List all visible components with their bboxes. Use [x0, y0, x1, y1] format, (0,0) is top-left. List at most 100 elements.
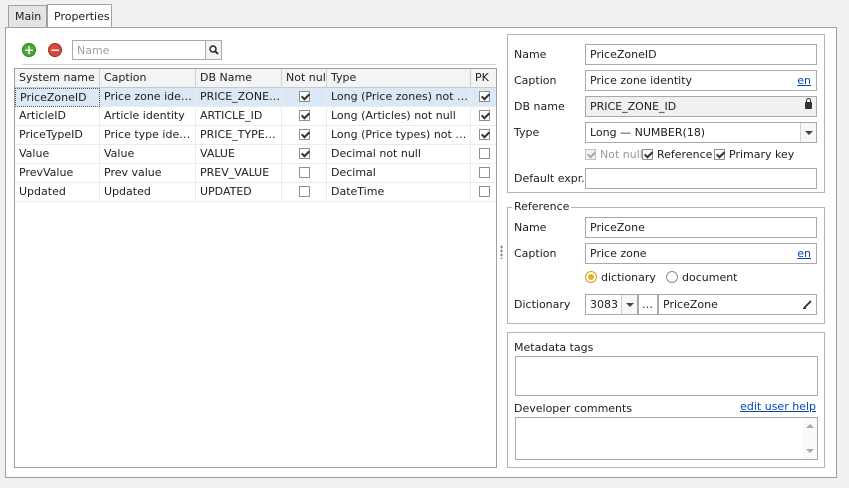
cell-pk[interactable]: [471, 164, 496, 183]
column-header-type[interactable]: Type: [327, 69, 471, 88]
toolbar-divider: [22, 64, 496, 65]
cell-system-name: PrevValue: [15, 164, 100, 183]
cell-caption: Updated: [100, 183, 196, 202]
cell-pk[interactable]: [471, 107, 496, 126]
dictionary-browse-button[interactable]: …: [638, 294, 658, 315]
checkbox-icon[interactable]: [478, 128, 490, 140]
splitter-handle[interactable]: [500, 245, 503, 259]
search-button[interactable]: [205, 41, 221, 59]
cell-not-null[interactable]: [282, 145, 327, 164]
cell-caption: Value: [100, 145, 196, 164]
tab-main[interactable]: Main: [8, 5, 47, 28]
chevron-down-icon[interactable]: [621, 295, 637, 314]
cell-not-null[interactable]: [282, 88, 327, 107]
table-row[interactable]: PriceZoneID Price zone identity PRICE_ZONE…: [15, 88, 496, 107]
reference-label: Reference: [657, 148, 713, 161]
cell-system-name: ArticleID: [15, 107, 100, 126]
checkbox-icon[interactable]: [478, 109, 490, 121]
cell-pk[interactable]: [471, 88, 496, 107]
cell-system-name: Value: [15, 145, 100, 164]
checkbox-icon[interactable]: [298, 128, 310, 140]
table-row[interactable]: ArticleID Article identity ARTICLE_ID Long …: [15, 107, 496, 126]
plus-circle-icon[interactable]: +: [22, 43, 36, 57]
radio-dictionary[interactable]: dictionary: [585, 271, 656, 284]
developer-comments-input[interactable]: [515, 417, 818, 460]
reference-caption-label: Caption: [514, 247, 557, 260]
tab-properties[interactable]: Properties: [47, 4, 112, 28]
comments-scrollbar[interactable]: [803, 418, 817, 459]
table-row[interactable]: PriceTypeID Price type identity PRICE_TYPE…: [15, 126, 496, 145]
cell-type: DateTime: [327, 183, 471, 202]
chevron-down-icon[interactable]: [800, 123, 816, 142]
scroll-down-icon[interactable]: [806, 449, 814, 453]
developer-comments-label: Developer comments: [514, 402, 633, 415]
radio-icon: [585, 271, 597, 283]
minus-circle-icon[interactable]: −: [48, 43, 62, 57]
cell-pk[interactable]: [471, 183, 496, 202]
column-header-db-name[interactable]: DB Name: [196, 69, 282, 88]
pencil-icon[interactable]: [803, 299, 813, 309]
checkbox-icon[interactable]: [478, 147, 490, 159]
metadata-tags-input[interactable]: [515, 356, 818, 396]
checkbox-icon: [642, 148, 653, 160]
checkbox-icon[interactable]: [298, 90, 310, 102]
default-expr-label: Default expr.: [514, 172, 585, 185]
type-select[interactable]: Long — NUMBER(18): [585, 122, 817, 143]
cell-not-null[interactable]: [282, 107, 327, 126]
cell-system-name: PriceTypeID: [15, 126, 100, 145]
cell-caption: Price zone identity: [100, 88, 196, 107]
cell-pk[interactable]: [471, 126, 496, 145]
fields-grid: System name Caption DB Name Not null Typ…: [14, 68, 497, 468]
checkbox-icon[interactable]: [298, 147, 310, 159]
checkbox-icon[interactable]: [298, 166, 310, 178]
cell-db-name: VALUE: [196, 145, 282, 164]
dictionary-id-value: 3083: [590, 298, 618, 311]
checkbox-icon[interactable]: [298, 109, 310, 121]
metadata-group: Metadata tags Developer comments edit us…: [507, 332, 825, 468]
caption-label: Caption: [514, 74, 557, 87]
dictionary-label: Dictionary: [514, 298, 571, 311]
caption-field[interactable]: Price zone identity en: [585, 70, 817, 91]
column-header-caption[interactable]: Caption: [100, 69, 196, 88]
reference-caption-field[interactable]: Price zone en: [585, 243, 817, 264]
name-field[interactable]: PriceZoneID: [585, 44, 817, 65]
cell-not-null[interactable]: [282, 164, 327, 183]
table-row[interactable]: PrevValue Prev value PREV_VALUE Decimal: [15, 164, 496, 183]
dictionary-id-select[interactable]: 3083: [585, 294, 638, 315]
checkbox-icon[interactable]: [478, 185, 490, 197]
dictionary-name-field[interactable]: PriceZone: [658, 294, 817, 315]
ellipsis-icon: …: [642, 298, 653, 311]
primary-key-checkbox[interactable]: Primary key: [714, 148, 794, 161]
edit-user-help-link[interactable]: edit user help: [740, 400, 816, 413]
type-value: Long — NUMBER(18): [590, 126, 706, 139]
radio-icon: [666, 271, 678, 283]
reference-checkbox[interactable]: Reference: [642, 148, 712, 161]
column-header-pk[interactable]: PK: [471, 69, 496, 88]
db-name-label: DB name: [514, 100, 565, 113]
cell-system-name: PriceZoneID: [15, 88, 100, 107]
search-box: [72, 40, 222, 60]
table-row[interactable]: Value Value VALUE Decimal not null: [15, 145, 496, 164]
checkbox-icon[interactable]: [478, 166, 490, 178]
cell-caption: Price type identity: [100, 126, 196, 145]
cell-not-null[interactable]: [282, 126, 327, 145]
table-row[interactable]: Updated Updated UPDATED DateTime: [15, 183, 496, 202]
cell-type: Decimal not null: [327, 145, 471, 164]
reference-caption-language-link[interactable]: en: [797, 244, 811, 263]
column-header-not-null[interactable]: Not null: [282, 69, 327, 88]
reference-name-field[interactable]: PriceZone: [585, 217, 817, 238]
cell-not-null[interactable]: [282, 183, 327, 202]
caption-value: Price zone identity: [590, 74, 693, 87]
lock-icon: [805, 98, 812, 109]
column-header-system-name[interactable]: System name: [15, 69, 100, 88]
reference-group-title: Reference: [512, 200, 572, 213]
scroll-up-icon[interactable]: [806, 424, 814, 428]
caption-language-link[interactable]: en: [797, 71, 811, 90]
checkbox-icon[interactable]: [298, 185, 310, 197]
cell-pk[interactable]: [471, 145, 496, 164]
checkbox-icon[interactable]: [478, 90, 490, 102]
search-input[interactable]: [73, 41, 203, 59]
radio-document[interactable]: document: [666, 271, 738, 284]
cell-caption: Article identity: [100, 107, 196, 126]
default-expr-field[interactable]: [585, 168, 817, 189]
